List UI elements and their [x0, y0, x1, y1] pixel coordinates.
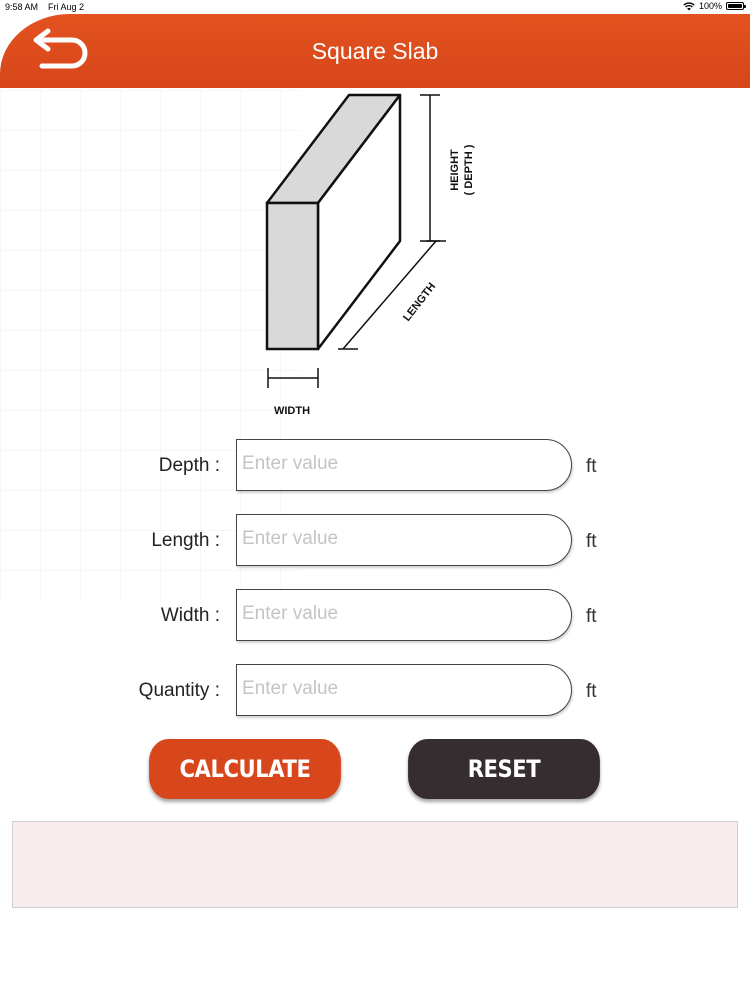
depth-input-wrap	[236, 439, 572, 491]
result-panel	[12, 821, 738, 908]
slab-diagram: HEIGHT ( DEPTH ) LENGTH WIDTH	[265, 93, 475, 417]
length-label: LENGTH	[401, 281, 438, 324]
battery-icon	[726, 2, 746, 10]
width-input-wrap	[236, 589, 572, 641]
length-row: Length : ft	[0, 514, 750, 568]
height-label: HEIGHT	[449, 149, 461, 191]
quantity-row: Quantity : ft	[0, 664, 750, 718]
wifi-icon	[683, 1, 695, 10]
reset-button[interactable]: RESET	[408, 739, 600, 799]
depth-label: ( DEPTH )	[463, 144, 475, 195]
depth-label: Depth :	[158, 455, 220, 476]
quantity-label: Quantity :	[138, 680, 220, 701]
app-header: Square Slab	[0, 14, 750, 88]
length-field-label: Length :	[151, 530, 220, 551]
depth-input[interactable]	[237, 440, 542, 488]
width-field-label: Width :	[160, 605, 220, 626]
depth-row: Depth : ft	[0, 439, 750, 493]
width-input[interactable]	[237, 590, 542, 638]
status-indicators: 100%	[683, 1, 746, 11]
width-label: WIDTH	[274, 405, 310, 417]
calculate-button[interactable]: CALCULATE	[149, 739, 341, 799]
width-unit: ft	[586, 606, 597, 627]
status-time: 9:58 AM	[5, 2, 39, 12]
quantity-unit: ft	[586, 681, 597, 702]
status-bar: 9:58 AM Fri Aug 2 100%	[0, 0, 750, 14]
page-title: Square Slab	[311, 38, 439, 64]
width-row: Width : ft	[0, 589, 750, 643]
slab-front-face	[265, 201, 320, 351]
quantity-input-wrap	[236, 664, 572, 716]
status-date: Fri Aug 2	[48, 2, 85, 12]
length-unit: ft	[586, 531, 597, 552]
length-input[interactable]	[237, 515, 542, 563]
depth-unit: ft	[586, 456, 597, 477]
length-input-wrap	[236, 514, 572, 566]
battery-percent: 100%	[698, 1, 722, 11]
quantity-input[interactable]	[237, 665, 542, 713]
